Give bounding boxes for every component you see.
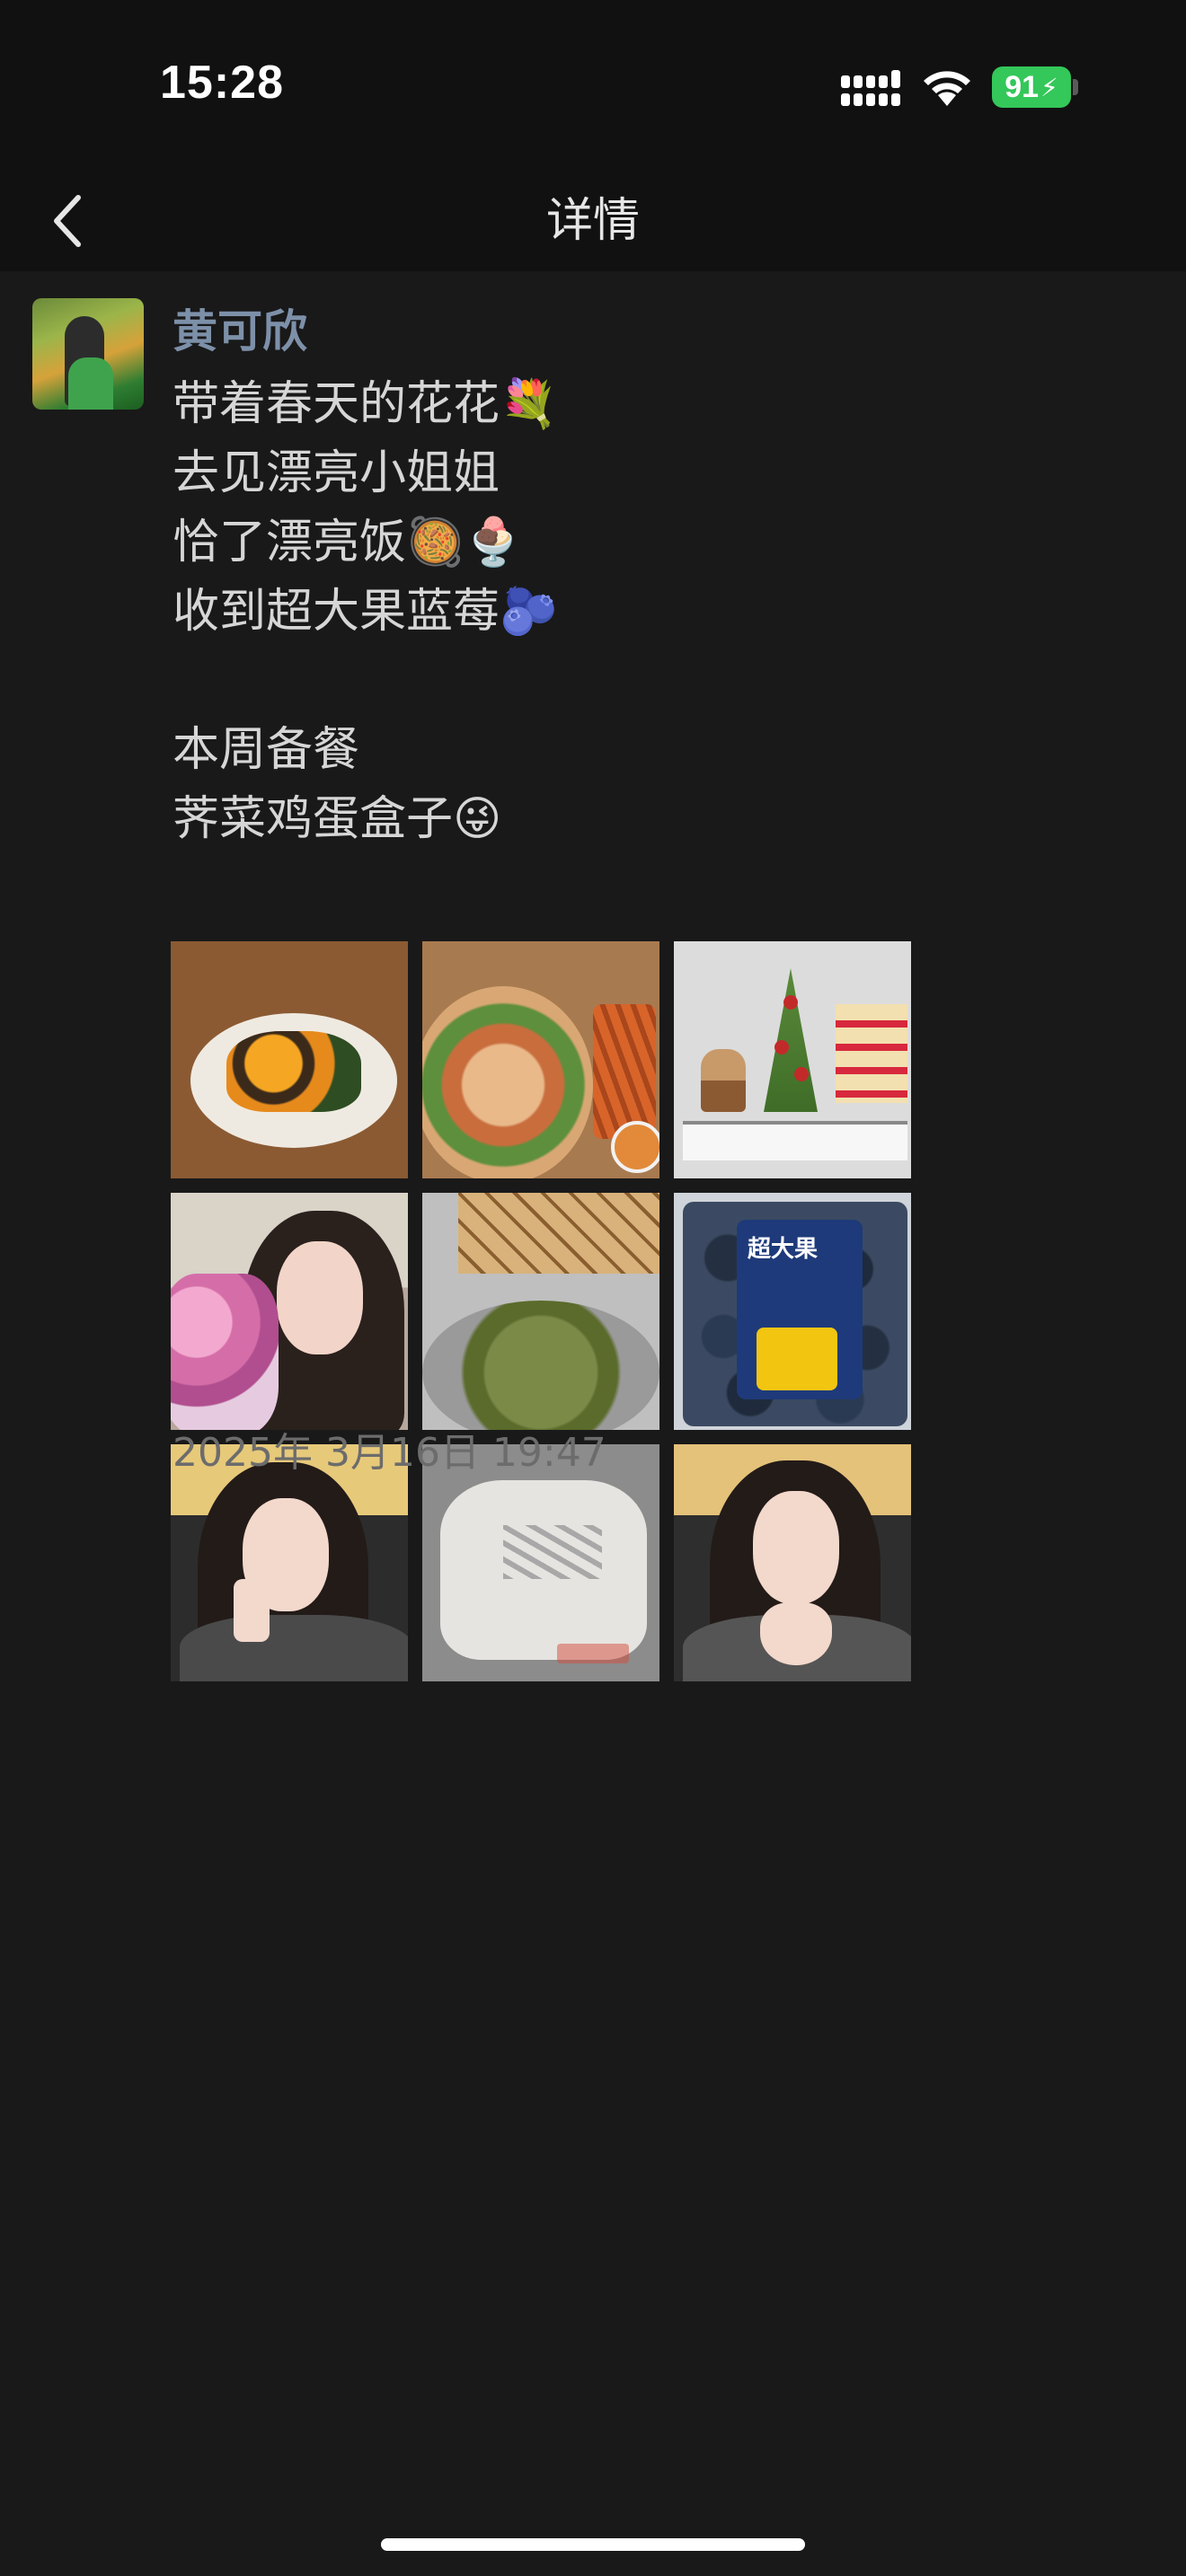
author-name[interactable]: 黄可欣 — [173, 298, 307, 365]
face — [753, 1491, 839, 1604]
home-indicator[interactable] — [381, 2538, 805, 2551]
layer-cake — [836, 1004, 907, 1103]
photo-pastry-display[interactable] — [674, 941, 911, 1178]
food — [226, 1031, 361, 1112]
price-label — [683, 1121, 907, 1160]
pastry-tower — [764, 968, 818, 1112]
avatar[interactable] — [32, 298, 144, 410]
post-text-line: 收到超大果蓝莓🫐 — [173, 585, 558, 639]
pizza — [422, 986, 593, 1178]
photo-pizza-fries[interactable] — [422, 941, 659, 1178]
post-text-line: 本周备餐 — [173, 723, 360, 777]
post-text: 带着春天的花花💐 去见漂亮小姐姐 恰了漂亮饭🥘🍨 收到超大果蓝莓🫐 本周备餐 荠… — [173, 370, 981, 854]
heart-hands — [760, 1602, 832, 1665]
face — [277, 1241, 363, 1354]
fries — [593, 1004, 656, 1139]
post-text-line: 带着春天的花花💐 — [173, 377, 558, 431]
photo-selfie-flowers[interactable] — [171, 1193, 408, 1430]
post-text-line: 去见漂亮小姐姐 — [173, 446, 500, 500]
moments-detail-screen: 15:28 91 ⚡ 详情 黄可欣 带着春天的花花💐 去见漂亮小姐姐 恰了漂亮饭… — [0, 0, 1186, 2576]
status-bar: 15:28 91 ⚡ — [0, 0, 1186, 171]
berry-dot — [783, 995, 798, 1010]
photo-selfie-heart[interactable] — [674, 1444, 911, 1681]
photo-sandwich-filling[interactable] — [422, 1193, 659, 1430]
product-tag-text: 超大果 — [748, 1236, 819, 1263]
toast — [458, 1193, 659, 1274]
photo-grid: 超大果 — [171, 941, 911, 1681]
post-timestamp: 2025年 3月16日 19:47 — [173, 1430, 606, 1476]
battery-level: 91 — [1005, 69, 1040, 104]
berry-dot — [774, 1040, 789, 1054]
wifi-icon — [924, 71, 970, 106]
page-title: 详情 — [545, 194, 640, 248]
bowl — [422, 1301, 659, 1430]
berry-dot — [794, 1067, 809, 1081]
sauce-cup — [611, 1121, 659, 1173]
post-text-line: 恰了漂亮饭🥘🍨 — [173, 516, 523, 569]
charging-bolt-icon: ⚡ — [1040, 72, 1058, 102]
laces — [503, 1525, 602, 1579]
coat — [180, 1615, 408, 1681]
photo-eggs-benedict[interactable] — [171, 941, 408, 1178]
flower-bouquet — [171, 1274, 279, 1430]
status-time: 15:28 — [160, 57, 284, 109]
post-text-line: 荠菜鸡蛋盒子😜 — [173, 792, 502, 846]
cake — [701, 1049, 746, 1112]
nav-bar: 详情 — [0, 171, 1186, 271]
peace-hand — [234, 1579, 270, 1642]
battery-cap — [1073, 79, 1078, 95]
photo-blueberries[interactable]: 超大果 — [674, 1193, 911, 1430]
post-text-blank-line — [173, 647, 981, 716]
battery-icon: 91 ⚡ — [992, 66, 1071, 108]
product-sticker — [757, 1328, 837, 1390]
avatar-dress — [68, 357, 113, 410]
watermark — [557, 1644, 629, 1663]
signal-icon — [841, 70, 900, 106]
